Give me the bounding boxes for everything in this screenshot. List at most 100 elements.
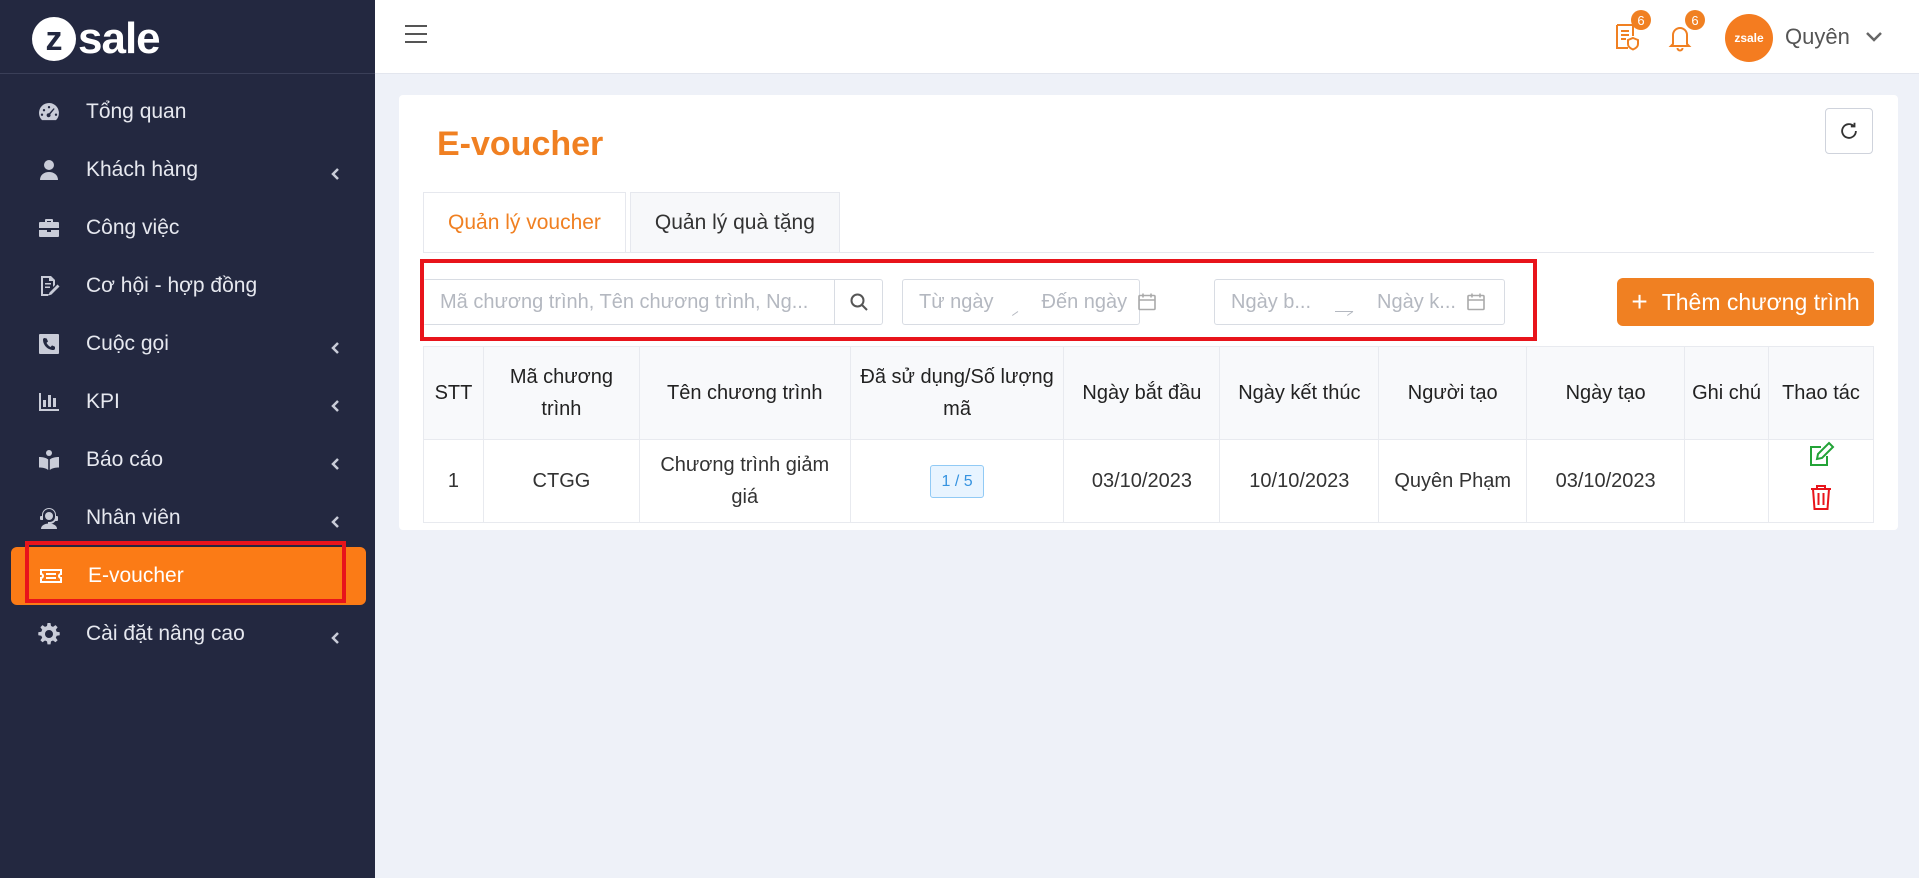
date-to-field[interactable]: Đến ngày: [1042, 291, 1128, 314]
add-program-button[interactable]: + Thêm chương trình: [1617, 278, 1874, 326]
sidebar-item-opportunities[interactable]: Cơ hội - hợp đồng: [0, 257, 375, 315]
col-end-date: Ngày kết thúc: [1219, 346, 1380, 440]
topbar: 6 6 zsale Quyên: [375, 0, 1919, 74]
cell-program-code: CTGG: [482, 439, 640, 523]
sidebar-item-advanced-settings[interactable]: Cài đặt nâng cao: [0, 605, 375, 663]
hamburger-menu-icon[interactable]: [405, 25, 427, 45]
notifications-button[interactable]: 6: [1665, 10, 1705, 56]
sidebar-item-label: Cơ hội - hợp đồng: [86, 274, 258, 297]
sidebar-divider: [0, 73, 375, 74]
sidebar-item-calls[interactable]: Cuộc gọi: [0, 315, 375, 373]
search-input[interactable]: [424, 280, 834, 324]
sidebar-item-overview[interactable]: Tổng quan: [0, 83, 375, 141]
sidebar-item-label: Báo cáo: [86, 448, 164, 471]
col-program-code: Mã chương trình: [482, 346, 640, 440]
date-from-field[interactable]: Từ ngày: [919, 291, 994, 314]
logo-mark: z: [32, 17, 76, 61]
user-icon: [36, 157, 62, 183]
calendar-icon: [1137, 292, 1157, 312]
contract-icon: [36, 273, 62, 299]
cell-creator: Quyên Phạm: [1378, 439, 1528, 523]
staff-icon: [36, 505, 62, 531]
plus-icon: +: [1631, 286, 1648, 317]
notification-badge: 6: [1685, 10, 1705, 30]
sidebar-item-label: Công việc: [86, 216, 180, 239]
sidebar-item-label: E-voucher: [88, 564, 184, 587]
end-date-field[interactable]: Ngày k...: [1377, 291, 1456, 314]
col-start-date: Ngày bắt đầu: [1063, 346, 1221, 440]
program-date-range-picker[interactable]: Ngày b... Ngày k...: [1214, 279, 1505, 325]
sidebar-item-label: Tổng quan: [86, 100, 187, 123]
col-actions: Thao tác: [1768, 346, 1874, 440]
table-row[interactable]: 1 CTGG Chương trình giảm giá 1 / 5 03/10…: [423, 439, 1874, 523]
search-button[interactable]: [834, 280, 882, 324]
add-program-label: Thêm chương trình: [1661, 288, 1860, 315]
sidebar-item-kpi[interactable]: KPI: [0, 373, 375, 431]
sidebar-item-label: Khách hàng: [86, 158, 199, 181]
cell-note: [1684, 439, 1770, 523]
user-name[interactable]: Quyên: [1785, 24, 1850, 50]
chevron-left-icon: [329, 511, 343, 528]
chevron-left-icon: [329, 453, 343, 470]
sidebar-item-label: Cuộc gọi: [86, 332, 169, 355]
trash-icon[interactable]: [1806, 482, 1836, 522]
refresh-button[interactable]: [1825, 108, 1873, 154]
phone-icon: [36, 331, 62, 357]
col-note: Ghi chú: [1684, 346, 1770, 440]
search-icon: [850, 293, 868, 311]
calendar-icon: [1466, 292, 1486, 312]
bar-chart-icon: [36, 389, 62, 415]
sidebar-item-reports[interactable]: Báo cáo: [0, 431, 375, 489]
sidebar-item-tasks[interactable]: Công việc: [0, 199, 375, 257]
cell-start-date: 03/10/2023: [1063, 439, 1221, 523]
table-header-row: STT Mã chương trình Tên chương trình Đã …: [423, 346, 1874, 440]
sidebar-item-evoucher[interactable]: E-voucher: [11, 547, 366, 605]
usage-tag: 1 / 5: [930, 464, 984, 499]
created-date-range-picker[interactable]: Từ ngày Đến ngày: [902, 279, 1156, 325]
ticket-icon: [38, 563, 64, 589]
tab-bar: Quản lý voucher Quản lý quà tặng: [423, 192, 844, 252]
tab-gift-management[interactable]: Quản lý quà tặng: [629, 192, 840, 252]
avatar[interactable]: zsale: [1725, 14, 1773, 62]
cell-usage: 1 / 5: [849, 439, 1065, 523]
voucher-card: E-voucher Quản lý voucher Quản lý quà tặ…: [399, 95, 1898, 530]
chevron-down-icon[interactable]: [1865, 30, 1883, 44]
search-box: [423, 279, 883, 325]
chevron-left-icon: [329, 395, 343, 412]
col-usage: Đã sử dụng/Số lượng mã: [849, 346, 1065, 440]
dashboard-icon: [36, 99, 62, 125]
task-list-button[interactable]: 6: [1611, 10, 1651, 56]
cog-icon: [36, 621, 62, 647]
col-created-date: Ngày tạo: [1526, 346, 1686, 440]
cell-end-date: 10/10/2023: [1219, 439, 1380, 523]
sidebar-menu: Tổng quan Khách hàng Công việc Cơ hội - …: [0, 83, 375, 663]
tab-voucher-management[interactable]: Quản lý voucher: [423, 192, 626, 252]
sidebar-item-staff[interactable]: Nhân viên: [0, 489, 375, 547]
tab-divider: [423, 252, 1874, 253]
sidebar-item-label: Nhân viên: [86, 506, 181, 529]
cell-created-date: 03/10/2023: [1526, 439, 1686, 523]
logo-text: sale: [78, 14, 161, 63]
col-creator: Người tạo: [1378, 346, 1528, 440]
cell-stt: 1: [423, 439, 484, 523]
report-icon: [36, 447, 62, 473]
brand-logo[interactable]: z sale: [32, 14, 161, 63]
range-arrow-icon: [1335, 302, 1354, 312]
cell-program-name: Chương trình giảm giá: [638, 439, 851, 523]
voucher-table: STT Mã chương trình Tên chương trình Đã …: [423, 346, 1874, 523]
start-date-field[interactable]: Ngày b...: [1231, 291, 1311, 314]
briefcase-icon: [36, 215, 62, 241]
chevron-left-icon: [329, 163, 343, 180]
col-stt: STT: [423, 346, 484, 440]
sidebar-item-label: KPI: [86, 390, 120, 413]
sidebar-item-customers[interactable]: Khách hàng: [0, 141, 375, 199]
chevron-left-icon: [329, 627, 343, 644]
task-badge: 6: [1631, 10, 1651, 30]
col-program-name: Tên chương trình: [638, 346, 851, 440]
sidebar-item-label: Cài đặt nâng cao: [86, 622, 245, 645]
cell-actions: [1768, 439, 1874, 523]
refresh-icon: [1841, 122, 1857, 139]
edit-icon[interactable]: [1806, 440, 1836, 480]
chevron-left-icon: [329, 337, 343, 354]
page-title: E-voucher: [437, 125, 604, 163]
